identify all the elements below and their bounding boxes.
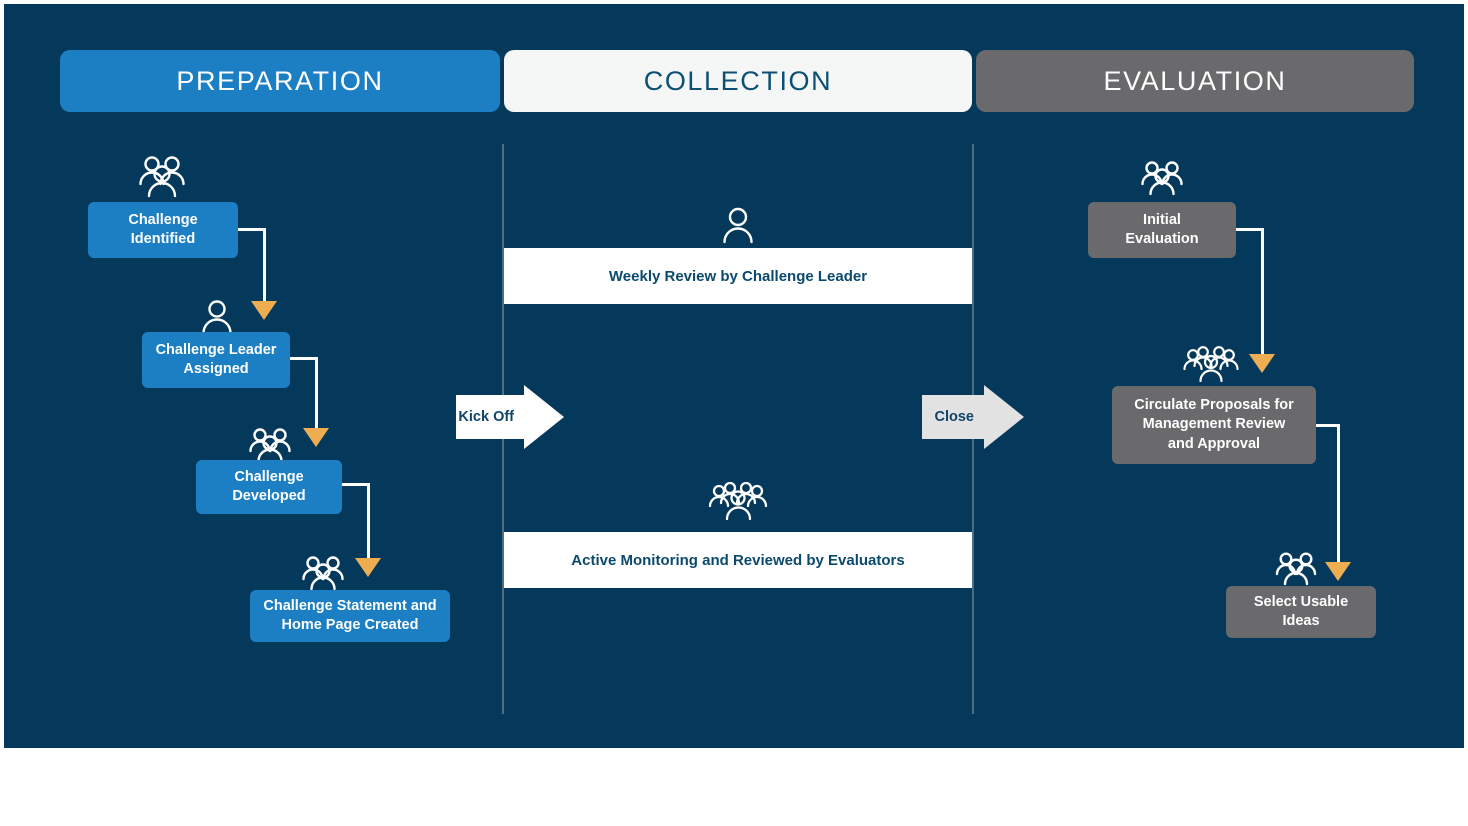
process-box-circulate-proposals[interactable]: Circulate Proposals for Management Revie… bbox=[1112, 386, 1316, 464]
collection-band-weekly-review-label: Weekly Review by Challenge Leader bbox=[608, 267, 868, 285]
connector-p3-p4-vertical bbox=[367, 483, 370, 560]
process-box-challenge-leader-assigned[interactable]: Challenge Leader Assigned bbox=[142, 332, 290, 388]
arrowhead-p2-p3 bbox=[303, 428, 329, 447]
process-box-initial-evaluation-label: Initial Evaluation bbox=[1125, 211, 1199, 247]
process-box-challenge-identified[interactable]: Challenge Identified bbox=[88, 202, 238, 258]
transition-arrow-kick-off-label: Kick Off bbox=[458, 409, 514, 425]
process-box-select-usable-ideas[interactable]: Select Usable Ideas bbox=[1226, 586, 1376, 638]
diagram-stage: PREPARATION COLLECTION EVALUATION Challe… bbox=[4, 4, 1464, 748]
phase-header-preparation[interactable]: PREPARATION bbox=[60, 50, 500, 112]
process-box-circulate-proposals-label: Circulate Proposals for Management Revie… bbox=[1134, 397, 1294, 452]
process-box-select-usable-ideas-label: Select Usable Ideas bbox=[1253, 593, 1349, 629]
connector-p1-p2-vertical bbox=[263, 228, 266, 303]
group-crowd-icon bbox=[502, 482, 974, 522]
collection-band-active-monitoring-label: Active Monitoring and Reviewed by Evalua… bbox=[571, 551, 905, 569]
transition-arrow-close[interactable]: Close bbox=[922, 385, 1024, 449]
process-box-challenge-developed[interactable]: Challenge Developed bbox=[196, 460, 342, 514]
arrowhead-p3-p4 bbox=[355, 558, 381, 577]
process-box-challenge-leader-assigned-label: Challenge Leader Assigned bbox=[155, 341, 277, 377]
connector-e1-e2-vertical bbox=[1261, 228, 1264, 356]
transition-arrow-kick-off[interactable]: Kick Off bbox=[456, 385, 564, 449]
phase-header-collection[interactable]: COLLECTION bbox=[504, 50, 972, 112]
collection-band-active-monitoring[interactable]: Active Monitoring and Reviewed by Evalua… bbox=[504, 532, 972, 588]
connector-p2-p3-vertical bbox=[315, 357, 318, 430]
process-box-challenge-statement-home-page-label: Challenge Statement and Home Page Create… bbox=[263, 597, 437, 633]
connector-e1-e2-horizontal bbox=[1236, 228, 1264, 231]
single-person-icon bbox=[502, 206, 974, 244]
group-three-people-icon bbox=[1139, 159, 1187, 202]
connector-p1-p2-horizontal bbox=[238, 228, 266, 231]
connector-e2-e3-vertical bbox=[1337, 424, 1340, 564]
arrowhead-e2-e3 bbox=[1325, 562, 1351, 581]
arrowhead-p1-p2 bbox=[251, 301, 277, 320]
bottom-chevron-band: Promote Challenge to Participants Update… bbox=[0, 748, 1468, 826]
phase-header-preparation-label: PREPARATION bbox=[176, 65, 384, 96]
transition-arrow-close-label: Close bbox=[934, 409, 975, 425]
connector-p3-p4-horizontal bbox=[342, 483, 370, 486]
process-box-challenge-statement-home-page[interactable]: Challenge Statement and Home Page Create… bbox=[250, 590, 450, 642]
process-box-challenge-identified-label: Challenge Identified bbox=[128, 211, 198, 247]
diagram-canvas: PREPARATION COLLECTION EVALUATION Challe… bbox=[0, 0, 1468, 826]
process-box-challenge-developed-label: Challenge Developed bbox=[232, 468, 306, 504]
phase-header-evaluation-label: EVALUATION bbox=[1103, 65, 1287, 96]
group-three-people-icon bbox=[1274, 550, 1320, 591]
collection-band-weekly-review[interactable]: Weekly Review by Challenge Leader bbox=[504, 248, 972, 304]
connector-p2-p3-horizontal bbox=[290, 357, 318, 360]
process-box-initial-evaluation[interactable]: Initial Evaluation bbox=[1088, 202, 1236, 258]
collection-column: Weekly Review by Challenge Leader Active… bbox=[502, 144, 974, 714]
group-crowd-icon bbox=[1182, 346, 1240, 389]
group-three-people-icon bbox=[132, 154, 192, 205]
phase-header-collection-label: COLLECTION bbox=[643, 65, 833, 96]
arrowhead-e1-e2 bbox=[1249, 354, 1275, 373]
phase-header-evaluation[interactable]: EVALUATION bbox=[976, 50, 1414, 112]
